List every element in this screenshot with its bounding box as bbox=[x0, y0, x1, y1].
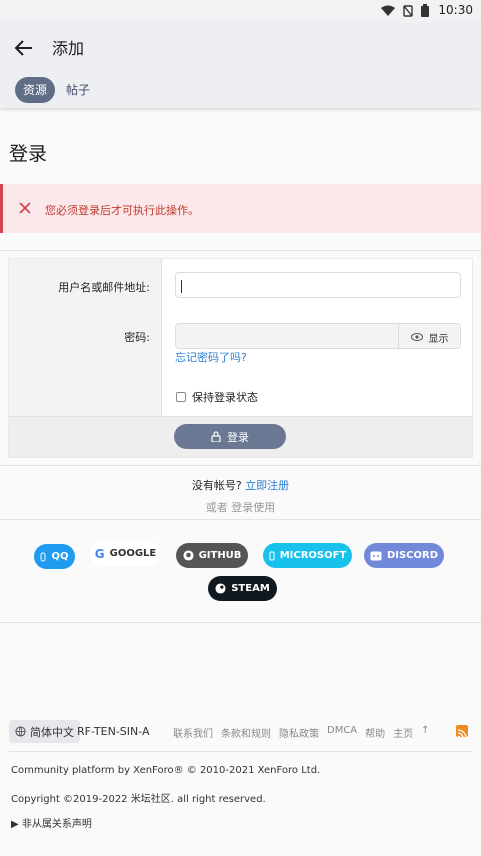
no-sim-icon bbox=[403, 4, 413, 17]
divider bbox=[0, 519, 481, 520]
affiliation-disclaimer[interactable]: ▶ 非从属关系声明 bbox=[11, 815, 92, 830]
close-icon bbox=[19, 202, 31, 214]
google-login-button[interactable]: G GOOGLE bbox=[90, 541, 161, 566]
discord-login-button[interactable]: DISCORD bbox=[364, 543, 444, 568]
tab-posts[interactable]: 帖子 bbox=[58, 77, 98, 103]
disclaimer-label: 非从属关系声明 bbox=[21, 819, 92, 830]
google-icon: G bbox=[94, 546, 105, 561]
back-to-top-icon[interactable]: ↑ bbox=[421, 725, 429, 740]
error-message: 您必须登录后才可执行此操作。 bbox=[45, 204, 199, 217]
footer-link-home[interactable]: 主页 bbox=[393, 725, 413, 740]
login-form: 用户名或邮件地址: 密码: 显示 忘记密码了吗? 保持登录状态 登录 bbox=[8, 258, 473, 458]
steam-label: STEAM bbox=[231, 583, 270, 594]
qq-label: QQ bbox=[51, 551, 69, 562]
register-text: 没有帐号? bbox=[191, 479, 242, 492]
github-login-button[interactable]: GITHUB bbox=[176, 543, 248, 568]
divider bbox=[0, 622, 481, 623]
show-password-label: 显示 bbox=[428, 333, 449, 345]
clock: 10:30 bbox=[438, 3, 473, 17]
qq-login-button[interactable]: QQ bbox=[34, 544, 75, 569]
eye-icon bbox=[410, 333, 423, 341]
google-label: GOOGLE bbox=[109, 548, 157, 559]
app-bar-title: 添加 bbox=[52, 39, 85, 58]
login-button-label: 登录 bbox=[227, 430, 249, 444]
style-chooser[interactable]: RF-TEN-SIN-A bbox=[77, 725, 150, 738]
copyright-site: Copyright ©2019-2022 米坛社区. all right res… bbox=[11, 794, 266, 805]
language-chooser[interactable]: 简体中文 bbox=[9, 720, 80, 743]
discord-label: DISCORD bbox=[386, 550, 439, 561]
github-label: GITHUB bbox=[198, 550, 242, 561]
password-field[interactable]: 显示 bbox=[175, 323, 461, 350]
show-password-button[interactable]: 显示 bbox=[398, 324, 460, 350]
discord-icon bbox=[370, 551, 382, 560]
password-label: 密码: bbox=[124, 331, 150, 344]
forgot-password-link[interactable]: 忘记密码了吗? bbox=[175, 349, 247, 365]
username-field[interactable] bbox=[175, 272, 461, 298]
steam-icon bbox=[215, 583, 226, 594]
microsoft-label: MICROSOFT bbox=[279, 550, 347, 561]
footer-link-help[interactable]: 帮助 bbox=[365, 725, 385, 740]
status-bar: 10:30 bbox=[0, 0, 481, 22]
login-button[interactable]: 登录 bbox=[174, 424, 286, 449]
divider bbox=[0, 465, 481, 466]
username-label: 用户名或邮件地址: bbox=[58, 281, 150, 294]
error-banner: 您必须登录后才可执行此操作。 bbox=[0, 184, 481, 233]
qq-icon bbox=[40, 552, 46, 561]
language-label: 简体中文 bbox=[30, 725, 74, 739]
text-caret bbox=[181, 280, 182, 293]
form-submit-row: 登录 bbox=[9, 416, 472, 457]
microsoft-login-button[interactable]: MICROSOFT bbox=[263, 543, 352, 568]
rss-icon[interactable] bbox=[456, 725, 468, 739]
divider bbox=[9, 751, 472, 752]
expand-triangle-icon: ▶ bbox=[11, 819, 19, 830]
tab-resources[interactable]: 资源 bbox=[15, 77, 56, 103]
footer-link-terms[interactable]: 条款和规则 bbox=[221, 725, 271, 740]
microsoft-icon bbox=[269, 551, 275, 560]
register-prompt: 没有帐号? 立即注册 bbox=[0, 477, 481, 493]
app-bar: 添加 资源 帖子 bbox=[0, 22, 481, 108]
footer-links: 联系我们 条款和规则 隐私政策 DMCA 帮助 主页 ↑ bbox=[173, 725, 430, 740]
globe-icon bbox=[15, 726, 26, 737]
remember-me-label: 保持登录状态 bbox=[192, 391, 258, 404]
footer-link-privacy[interactable]: 隐私政策 bbox=[279, 725, 319, 740]
steam-login-button[interactable]: STEAM bbox=[208, 576, 277, 601]
remember-me-checkbox[interactable]: 保持登录状态 bbox=[176, 389, 258, 405]
footer-link-contact[interactable]: 联系我们 bbox=[173, 725, 213, 740]
copyright-xenforo: Community platform by XenForo® © 2010-20… bbox=[11, 765, 321, 776]
wifi-icon bbox=[381, 5, 395, 16]
lock-icon bbox=[211, 431, 221, 442]
login-with-text: 或者 登录使用 bbox=[205, 501, 276, 514]
divider bbox=[0, 250, 481, 251]
register-link[interactable]: 立即注册 bbox=[245, 479, 289, 492]
footer-link-dmca[interactable]: DMCA bbox=[327, 725, 357, 740]
page-title: 登录 bbox=[9, 143, 48, 165]
checkbox-icon bbox=[176, 392, 186, 402]
battery-icon bbox=[421, 4, 429, 17]
status-icons bbox=[381, 4, 429, 17]
back-arrow-icon[interactable] bbox=[12, 36, 36, 60]
github-icon bbox=[183, 550, 194, 561]
